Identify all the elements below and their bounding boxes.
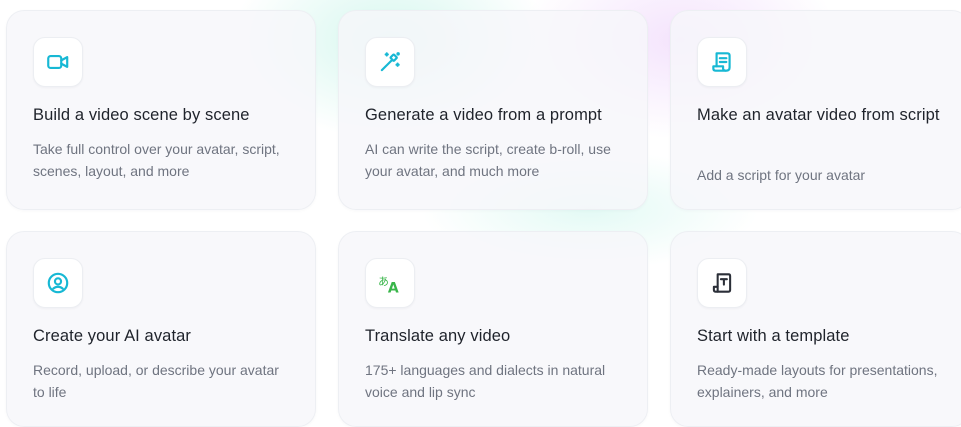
card-avatar-video-from-script[interactable]: Make an avatar video from script Add a s… — [670, 10, 961, 210]
video-camera-icon — [45, 49, 71, 75]
card-description: Record, upload, or describe your avatar … — [33, 362, 279, 400]
card-title: Translate any video — [365, 327, 511, 345]
card-icon-container — [697, 37, 747, 87]
card-title: Build a video scene by scene — [33, 106, 250, 124]
magic-wand-icon — [377, 49, 403, 75]
card-title: Make an avatar video from script — [697, 106, 940, 124]
translate-icon: あ A — [376, 270, 404, 296]
card-translate-any-video[interactable]: あ A Translate any video 175+ languages a… — [338, 231, 648, 427]
card-build-video-scene-by-scene[interactable]: Build a video scene by scene Take full c… — [6, 10, 316, 210]
card-icon-container — [697, 258, 747, 308]
card-description: Ready-made layouts for presentations, ex… — [697, 362, 938, 400]
avatar-person-icon — [45, 270, 71, 296]
card-description: 175+ languages and dialects in natural v… — [365, 362, 606, 400]
card-title: Start with a template — [697, 327, 850, 345]
card-generate-video-from-prompt[interactable]: Generate a video from a prompt AI can wr… — [338, 10, 648, 210]
card-icon-container — [365, 37, 415, 87]
card-description: Take full control over your avatar, scri… — [33, 141, 280, 179]
svg-text:A: A — [388, 281, 399, 296]
template-icon — [709, 270, 735, 296]
card-create-ai-avatar[interactable]: Create your AI avatar Record, upload, or… — [6, 231, 316, 427]
script-document-icon — [709, 49, 735, 75]
card-start-with-template[interactable]: Start with a template Ready-made layouts… — [670, 231, 961, 427]
card-icon-container — [33, 37, 83, 87]
card-description: AI can write the script, create b-roll, … — [365, 141, 611, 179]
card-icon-container: あ A — [365, 258, 415, 308]
card-description: Add a script for your avatar — [697, 167, 866, 183]
card-title: Create your AI avatar — [33, 327, 192, 345]
card-icon-container — [33, 258, 83, 308]
card-title: Generate a video from a prompt — [365, 106, 602, 124]
